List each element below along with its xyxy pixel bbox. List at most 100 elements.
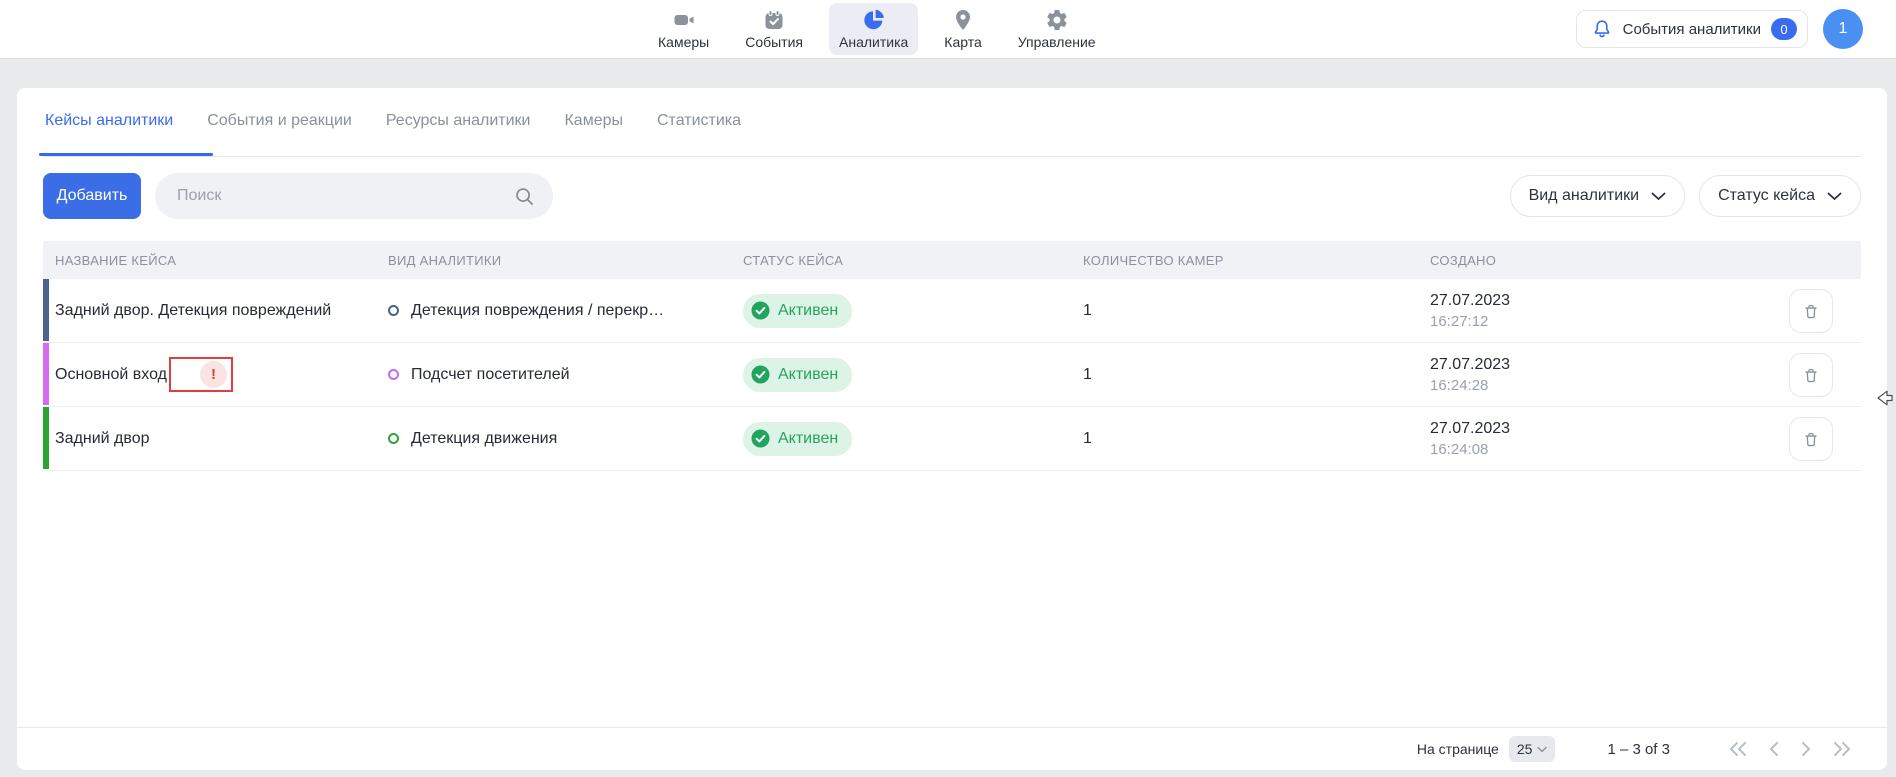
delete-button[interactable] xyxy=(1789,289,1833,333)
check-circle-icon xyxy=(751,429,770,448)
pagination-range: 1 – 3 of 3 xyxy=(1607,741,1670,758)
analytics-type: Детекция движения xyxy=(388,430,743,448)
type-dot-icon xyxy=(388,433,399,444)
row-accent-bar xyxy=(43,279,49,341)
search-box xyxy=(155,173,553,219)
last-page-button[interactable] xyxy=(1832,741,1852,757)
pie-chart-icon xyxy=(862,8,886,32)
analytics-events-label: События аналитики xyxy=(1623,21,1761,38)
events-count-badge: 0 xyxy=(1771,18,1797,40)
search-input[interactable] xyxy=(175,186,514,206)
nav-label: Управление xyxy=(1018,34,1096,50)
analytics-type-filter[interactable]: Вид аналитики xyxy=(1510,175,1686,217)
col-analytics-type: ВИД АНАЛИТИКИ xyxy=(388,253,743,268)
nav-item-map[interactable]: Карта xyxy=(934,3,991,55)
user-avatar[interactable]: 1 xyxy=(1823,9,1863,49)
nav-label: События xyxy=(745,34,803,50)
nav-label: Карта xyxy=(944,34,981,50)
created-date: 27.07.2023 xyxy=(1430,292,1789,310)
previous-page-button[interactable] xyxy=(1768,741,1780,757)
delete-button[interactable] xyxy=(1789,417,1833,461)
check-circle-icon xyxy=(751,365,770,384)
table-row[interactable]: Основной вход ! Подсчет посетителей Акти… xyxy=(43,343,1861,407)
col-camera-count: КОЛИЧЕСТВО КАМЕР xyxy=(1083,253,1430,268)
status-badge: Активен xyxy=(743,358,852,392)
created-cell: 27.07.2023 16:24:28 xyxy=(1430,356,1789,394)
col-case-status: СТАТУС КЕЙСА xyxy=(743,253,1083,268)
tab-analytics-resources[interactable]: Ресурсы аналитики xyxy=(384,112,533,156)
analytics-events-button[interactable]: События аналитики 0 xyxy=(1576,10,1808,48)
next-page-button[interactable] xyxy=(1800,741,1812,757)
analytics-type: Подсчет посетителей xyxy=(388,366,743,384)
map-pin-icon xyxy=(951,8,975,32)
case-name: Задний двор xyxy=(43,430,388,448)
nav-item-events[interactable]: События xyxy=(735,3,813,55)
gear-icon xyxy=(1045,8,1069,32)
check-circle-icon xyxy=(751,301,770,320)
table-header: НАЗВАНИЕ КЕЙСА ВИД АНАЛИТИКИ СТАТУС КЕЙС… xyxy=(43,241,1861,279)
mouse-cursor xyxy=(1876,388,1894,413)
video-camera-icon xyxy=(672,8,696,32)
add-button[interactable]: Добавить xyxy=(43,173,141,219)
row-accent-bar xyxy=(43,343,49,405)
tab-cameras[interactable]: Камеры xyxy=(562,112,625,156)
camera-count: 1 xyxy=(1083,366,1430,384)
col-case-name: НАЗВАНИЕ КЕЙСА xyxy=(43,253,388,268)
camera-count: 1 xyxy=(1083,302,1430,320)
type-dot-icon xyxy=(388,369,399,380)
nav-label: Аналитика xyxy=(839,34,908,50)
pagination-controls xyxy=(1728,741,1852,757)
per-page-label: На странице xyxy=(1417,741,1499,757)
created-cell: 27.07.2023 16:24:08 xyxy=(1430,420,1789,458)
created-cell: 27.07.2023 16:27:12 xyxy=(1430,292,1789,330)
nav-item-cameras[interactable]: Камеры xyxy=(648,3,719,55)
table-footer: На странице 25 1 – 3 of 3 xyxy=(17,727,1887,770)
main-nav: Камеры События Аналитика Карта Управлени xyxy=(648,0,1106,58)
tab-events-reactions[interactable]: События и реакции xyxy=(205,112,354,156)
row-accent-bar xyxy=(43,407,49,469)
first-page-button[interactable] xyxy=(1728,741,1748,757)
case-status-cell: Активен xyxy=(743,358,1083,392)
case-status-cell: Активен xyxy=(743,422,1083,456)
case-status-cell: Активен xyxy=(743,294,1083,328)
col-created: СОЗДАНО xyxy=(1430,253,1789,268)
case-name: Задний двор. Детекция повреждений xyxy=(43,302,388,320)
status-badge: Активен xyxy=(743,294,852,328)
table-row[interactable]: Задний двор Детекция движения Активен 1 … xyxy=(43,407,1861,471)
alert-highlight-box: ! xyxy=(169,357,233,392)
delete-button[interactable] xyxy=(1789,353,1833,397)
bell-icon xyxy=(1591,18,1613,40)
nav-label: Камеры xyxy=(658,34,709,50)
created-time: 16:24:08 xyxy=(1430,441,1789,458)
type-dot-icon xyxy=(388,305,399,316)
toolbar: Добавить Вид аналитики Статус кейса xyxy=(43,173,1861,219)
tab-bar: Кейсы аналитики События и реакции Ресурс… xyxy=(43,88,1861,157)
calendar-check-icon xyxy=(762,8,786,32)
camera-count: 1 xyxy=(1083,430,1430,448)
top-bar: Камеры События Аналитика Карта Управлени xyxy=(0,0,1896,59)
search-icon[interactable] xyxy=(514,186,535,207)
case-name: Основной вход ! xyxy=(43,357,388,392)
tab-statistics[interactable]: Статистика xyxy=(655,112,743,156)
analytics-type: Детекция повреждения / перекр… xyxy=(388,302,743,320)
warning-icon: ! xyxy=(200,361,227,388)
cases-table: НАЗВАНИЕ КЕЙСА ВИД АНАЛИТИКИ СТАТУС КЕЙС… xyxy=(43,241,1861,471)
table-row[interactable]: Задний двор. Детекция повреждений Детекц… xyxy=(43,279,1861,343)
chevron-down-icon xyxy=(1827,192,1842,201)
chevron-down-icon xyxy=(1651,192,1666,201)
case-status-filter[interactable]: Статус кейса xyxy=(1699,175,1861,217)
per-page-value: 25 xyxy=(1517,741,1533,757)
analytics-panel: Кейсы аналитики События и реакции Ресурс… xyxy=(17,88,1887,770)
nav-item-analytics[interactable]: Аналитика xyxy=(829,3,918,55)
analytics-type-filter-label: Вид аналитики xyxy=(1529,187,1640,205)
chevron-down-icon xyxy=(1537,746,1547,753)
nav-item-management[interactable]: Управление xyxy=(1008,3,1106,55)
case-status-filter-label: Статус кейса xyxy=(1718,187,1815,205)
tab-analytics-cases[interactable]: Кейсы аналитики xyxy=(43,112,175,156)
created-time: 16:27:12 xyxy=(1430,313,1789,330)
created-date: 27.07.2023 xyxy=(1430,420,1789,438)
per-page-select[interactable]: 25 xyxy=(1509,736,1556,762)
filters: Вид аналитики Статус кейса xyxy=(1510,175,1861,217)
created-date: 27.07.2023 xyxy=(1430,356,1789,374)
status-badge: Активен xyxy=(743,422,852,456)
